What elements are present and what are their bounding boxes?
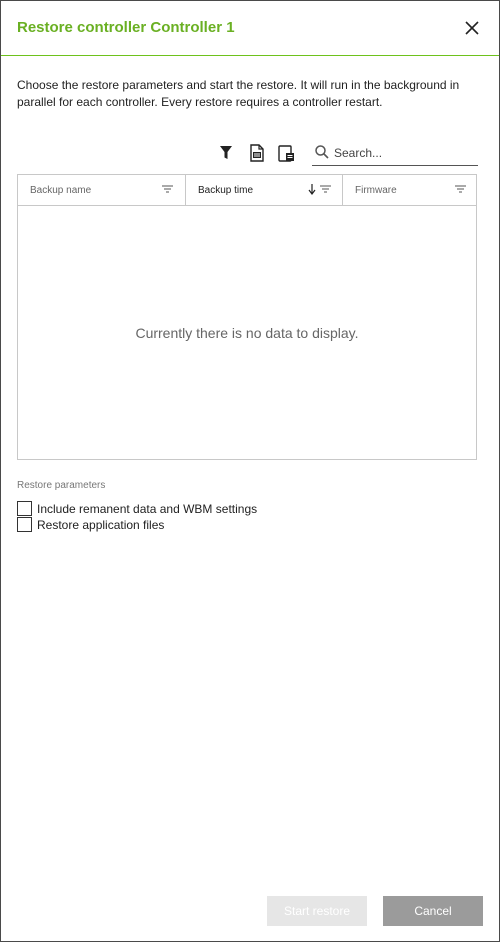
dialog-description: Choose the restore parameters and start … [17, 78, 460, 109]
filter-lines-icon[interactable] [320, 184, 331, 197]
dialog-header: Restore controller Controller 1 [1, 1, 499, 56]
search-icon [315, 145, 329, 159]
table-header: Backup name Backup time Firmware [18, 175, 476, 206]
filter-lines-icon[interactable] [162, 184, 173, 197]
restore-parameters-label: Restore parameters [17, 480, 106, 491]
checkbox-box[interactable] [17, 501, 32, 516]
restore-dialog: Restore controller Controller 1 Choose t… [0, 0, 500, 942]
include-remanent-data-checkbox[interactable]: Include remanent data and WBM settings [17, 501, 277, 517]
empty-table-message: Currently there is no data to display. [135, 325, 359, 341]
column-label: Backup time [198, 185, 254, 196]
column-label: Firmware [355, 185, 397, 196]
export-csv-icon[interactable] [246, 142, 268, 164]
checkbox-label: Include remanent data and WBM settings [37, 502, 258, 516]
checkbox-label: Restore application files [37, 518, 165, 532]
sort-descending-icon[interactable] [308, 183, 316, 198]
filter-icon[interactable] [215, 142, 237, 164]
search-input[interactable] [332, 142, 476, 164]
column-settings-icon[interactable] [275, 142, 297, 164]
column-header-firmware[interactable]: Firmware [342, 175, 476, 205]
grid-toolbar [211, 140, 481, 166]
cancel-button[interactable]: Cancel [383, 896, 483, 926]
restore-application-files-checkbox[interactable]: Restore application files [17, 517, 187, 533]
close-icon[interactable] [461, 17, 483, 39]
column-header-backup-time[interactable]: Backup time [185, 175, 342, 205]
checkbox-box[interactable] [17, 517, 32, 532]
start-restore-button[interactable]: Start restore [267, 896, 367, 926]
column-label: Backup name [30, 185, 92, 196]
backup-table: Backup name Backup time Firmware Current… [17, 174, 477, 460]
column-header-backup-name[interactable]: Backup name [18, 175, 185, 205]
dialog-title: Restore controller Controller 1 [17, 19, 235, 36]
search-box [312, 140, 478, 166]
filter-lines-icon[interactable] [455, 184, 466, 197]
